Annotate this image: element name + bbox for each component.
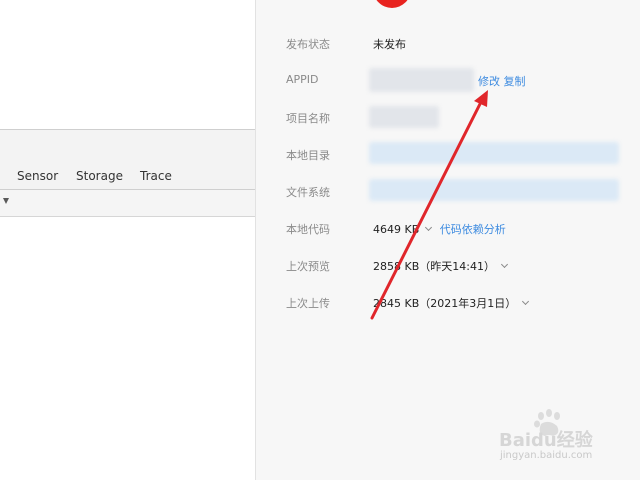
devtools-tab-bar: Sensor Storage Trace — [0, 129, 255, 190]
project-name-label: 项目名称 — [286, 112, 330, 125]
watermark-url: jingyan.baidu.com — [500, 450, 593, 461]
dropdown-arrow-icon[interactable] — [3, 198, 9, 204]
local-dir-label: 本地目录 — [286, 149, 330, 162]
last-upload-value: 2845 KB（2021年3月1日） — [373, 297, 517, 310]
chevron-down-icon[interactable] — [522, 297, 530, 306]
appid-label: APPID — [286, 73, 319, 86]
file-system-redacted — [369, 179, 619, 201]
file-system-label: 文件系统 — [286, 186, 330, 199]
tab-sensor[interactable]: Sensor — [17, 169, 58, 183]
local-code-value: 4649 KB 代码依赖分析 — [373, 221, 506, 237]
last-preview-value: 2858 KB（昨天14:41） — [373, 260, 495, 273]
tab-trace[interactable]: Trace — [140, 169, 172, 183]
local-code-size: 4649 KB — [373, 223, 420, 236]
devtools-filter-bar — [0, 190, 255, 217]
tab-storage[interactable]: Storage — [76, 169, 123, 183]
last-preview-row: 2858 KB（昨天14:41） — [373, 258, 508, 274]
project-name-redacted — [369, 106, 439, 128]
chevron-down-icon[interactable] — [425, 223, 433, 232]
last-upload-label: 上次上传 — [286, 297, 330, 310]
appid-value-redacted — [369, 68, 474, 92]
avatar — [373, 0, 411, 8]
chevron-down-icon[interactable] — [500, 260, 508, 269]
last-preview-label: 上次预览 — [286, 260, 330, 273]
devtools-pane: Sensor Storage Trace — [0, 0, 255, 480]
publish-status-value: 未发布 — [373, 38, 406, 51]
copy-appid-link[interactable]: 复制 — [504, 75, 526, 88]
local-dir-redacted — [369, 142, 619, 164]
appid-actions: 修改 复制 — [478, 73, 526, 89]
code-dependency-analysis-link[interactable]: 代码依赖分析 — [440, 223, 506, 236]
edit-appid-link[interactable]: 修改 — [478, 75, 500, 88]
last-upload-row: 2845 KB（2021年3月1日） — [373, 295, 530, 311]
local-code-label: 本地代码 — [286, 223, 330, 236]
publish-status-label: 发布状态 — [286, 38, 330, 51]
svg-text:Baidu经验: Baidu经验 — [499, 429, 594, 451]
